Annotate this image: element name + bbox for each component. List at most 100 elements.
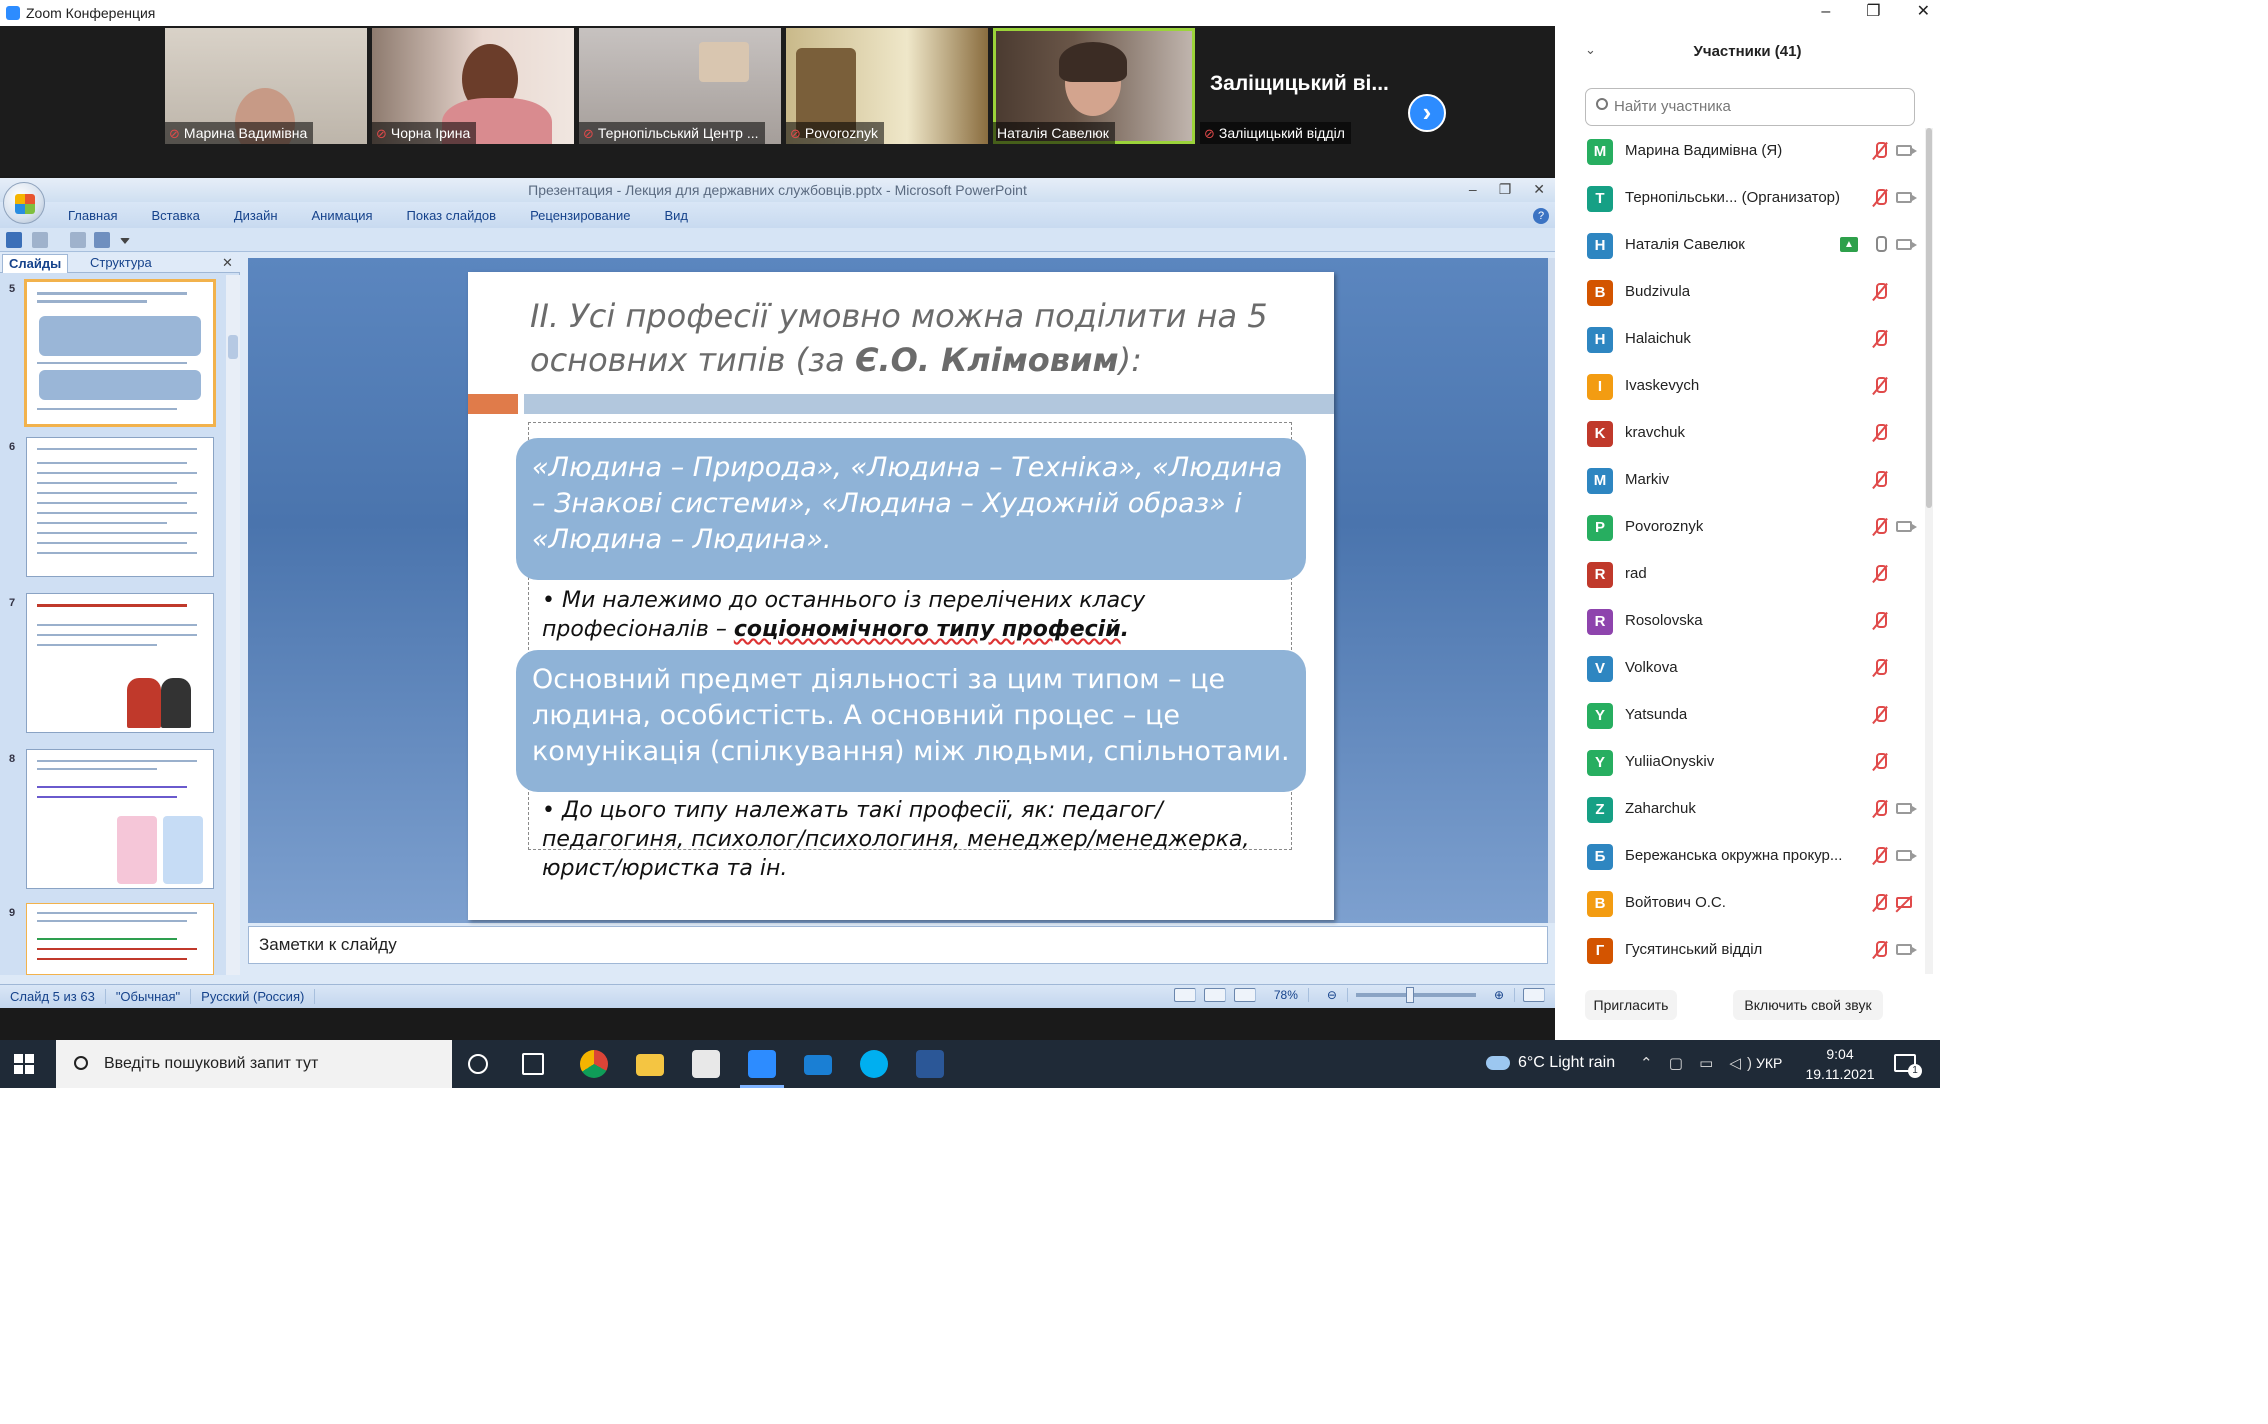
pane-scrollbar[interactable]	[226, 275, 240, 975]
mic-off-icon[interactable]	[1872, 941, 1888, 959]
bullet-text[interactable]: • До цього типу належать такі професії, я…	[542, 796, 1302, 883]
current-slide[interactable]: ІІ. Усі професії умовно можна поділити н…	[468, 272, 1334, 920]
participant-row[interactable]: В Войтович О.С.	[1555, 880, 1925, 927]
undo-icon[interactable]	[32, 232, 48, 248]
chrome-icon[interactable]	[580, 1050, 608, 1078]
participant-row[interactable]: V Volkova	[1555, 645, 1925, 692]
close-pane-icon[interactable]: ✕	[222, 255, 233, 271]
active-speaker-tile[interactable]: Наталія Савелюк	[993, 28, 1195, 144]
close-icon[interactable]: ✕	[1533, 178, 1545, 202]
subject-of-activity-callout[interactable]: Основний предмет діяльності за цим типом…	[516, 650, 1306, 792]
word-icon[interactable]	[916, 1050, 944, 1078]
restore-icon[interactable]: ❐	[1866, 0, 1880, 26]
mic-off-icon[interactable]	[1872, 894, 1888, 912]
slideshow-view-icon[interactable]	[1233, 988, 1256, 1002]
video-tile[interactable]: Заліщицький ві... ⊘ Заліщицький відділ	[1200, 28, 1402, 144]
normal-view-icon[interactable]	[1173, 988, 1196, 1002]
mic-off-icon[interactable]	[1872, 565, 1888, 583]
spelling-icon[interactable]	[94, 232, 110, 248]
participant-row[interactable]: Н Наталія Савелюк ▲	[1555, 222, 1925, 269]
skype-icon[interactable]	[860, 1050, 888, 1078]
mic-off-icon[interactable]	[1872, 424, 1888, 442]
mic-off-icon[interactable]	[1872, 612, 1888, 630]
zoom-level[interactable]: 78%	[1264, 988, 1309, 1002]
zoom-out-icon[interactable]: ⊖	[1317, 988, 1348, 1002]
cortana-icon[interactable]	[468, 1054, 488, 1074]
participant-row[interactable]: М Марина Вадимівна (Я)	[1555, 128, 1925, 175]
mic-icon[interactable]	[1872, 236, 1888, 254]
minimize-icon[interactable]: –	[1821, 0, 1830, 26]
mic-off-icon[interactable]	[1872, 189, 1888, 207]
slide-title[interactable]: ІІ. Усі професії умовно можна поділити н…	[530, 294, 1320, 382]
slide-thumbnail[interactable]	[24, 279, 216, 427]
slide-thumbnail[interactable]	[26, 749, 214, 889]
zoom-in-icon[interactable]: ⊕	[1484, 988, 1515, 1002]
invite-button[interactable]: Пригласить	[1585, 990, 1677, 1020]
tab-slideshow[interactable]: Показ слайдов	[407, 208, 497, 223]
video-off-icon[interactable]	[1896, 897, 1912, 908]
participant-row[interactable]: Г Гусятинський відділ	[1555, 927, 1925, 974]
next-page-arrow-button[interactable]: ›	[1408, 94, 1446, 132]
participant-row[interactable]: M Markiv	[1555, 457, 1925, 504]
participant-row[interactable]: H Halaichuk	[1555, 316, 1925, 363]
system-tray-icons[interactable]: ⌃ ▢ ▭ ◁)	[1640, 1054, 1758, 1072]
tab-insert[interactable]: Вставка	[151, 208, 199, 223]
mic-off-icon[interactable]	[1872, 753, 1888, 771]
store-icon[interactable]	[692, 1050, 720, 1078]
video-camera-icon[interactable]	[1896, 239, 1917, 250]
participant-row[interactable]: I Ivaskevych	[1555, 363, 1925, 410]
tab-design[interactable]: Дизайн	[234, 208, 278, 223]
tab-view[interactable]: Вид	[664, 208, 688, 223]
restore-icon[interactable]: ❐	[1499, 178, 1512, 202]
mic-off-icon[interactable]	[1872, 659, 1888, 677]
notification-center-icon[interactable]: 1	[1894, 1054, 1922, 1078]
participant-list-scrollbar[interactable]	[1925, 128, 1933, 974]
mic-off-icon[interactable]	[1872, 330, 1888, 348]
tab-outline[interactable]: Структура	[84, 254, 158, 273]
mic-off-icon[interactable]	[1872, 518, 1888, 536]
customize-toolbar-icon[interactable]	[120, 238, 130, 244]
task-view-icon[interactable]	[522, 1053, 544, 1075]
video-camera-icon[interactable]	[1896, 944, 1917, 955]
windows-start-icon[interactable]	[14, 1054, 34, 1074]
minimize-icon[interactable]: –	[1469, 178, 1477, 202]
mic-off-icon[interactable]	[1872, 847, 1888, 865]
video-camera-icon[interactable]	[1896, 521, 1917, 532]
participant-row[interactable]: Y Yatsunda	[1555, 692, 1925, 739]
video-tile[interactable]: ⊘ Чорна Ірина	[372, 28, 574, 144]
tab-home[interactable]: Главная	[68, 208, 117, 223]
video-camera-icon[interactable]	[1896, 803, 1917, 814]
bullet-text[interactable]: • Ми належимо до останнього із перелічени…	[542, 586, 1302, 644]
mic-off-icon[interactable]	[1872, 471, 1888, 489]
mic-off-icon[interactable]	[1872, 283, 1888, 301]
mic-off-icon[interactable]	[1872, 142, 1888, 160]
taskbar-clock[interactable]: 9:04 19.11.2021	[1800, 1044, 1880, 1084]
tab-slides[interactable]: Слайды	[2, 254, 69, 273]
slide-vertical-scrollbar[interactable]	[1548, 258, 1555, 923]
tab-animation[interactable]: Анимация	[312, 208, 373, 223]
zoom-taskbar-icon[interactable]	[740, 1050, 784, 1088]
video-camera-icon[interactable]	[1896, 192, 1917, 203]
participant-row[interactable]: B Budzivula	[1555, 269, 1925, 316]
taskbar-search-box[interactable]: Введіть пошуковий запит тут	[56, 1040, 452, 1088]
video-tile[interactable]: ⊘ Марина Вадимівна	[165, 28, 367, 144]
video-camera-icon[interactable]	[1896, 145, 1917, 156]
help-icon[interactable]: ?	[1533, 208, 1549, 224]
slide-thumbnail[interactable]	[26, 437, 214, 577]
file-explorer-icon[interactable]	[636, 1054, 664, 1076]
zoom-slider[interactable]	[1355, 987, 1476, 1003]
participant-row[interactable]: R Rosolovska	[1555, 598, 1925, 645]
input-language[interactable]: УКР	[1756, 1055, 1782, 1071]
video-camera-icon[interactable]	[1896, 850, 1917, 861]
sorter-view-icon[interactable]	[1203, 988, 1226, 1002]
fit-to-window-icon[interactable]	[1523, 988, 1545, 1002]
slide-thumbnail[interactable]	[26, 903, 214, 975]
participant-row[interactable]: Rrad	[1555, 551, 1925, 598]
participant-row[interactable]: Y YuliiaOnyskiv	[1555, 739, 1925, 786]
participant-row[interactable]: Б Бережанська окружна прокур...	[1555, 833, 1925, 880]
weather-widget[interactable]: 6°C Light rain	[1486, 1054, 1615, 1072]
participant-row[interactable]: Т Тернопільськи... (Организатор)	[1555, 175, 1925, 222]
mail-icon[interactable]	[804, 1055, 832, 1075]
unmute-self-button[interactable]: Включить свой звук	[1733, 990, 1883, 1020]
tab-review[interactable]: Рецензирование	[530, 208, 630, 223]
